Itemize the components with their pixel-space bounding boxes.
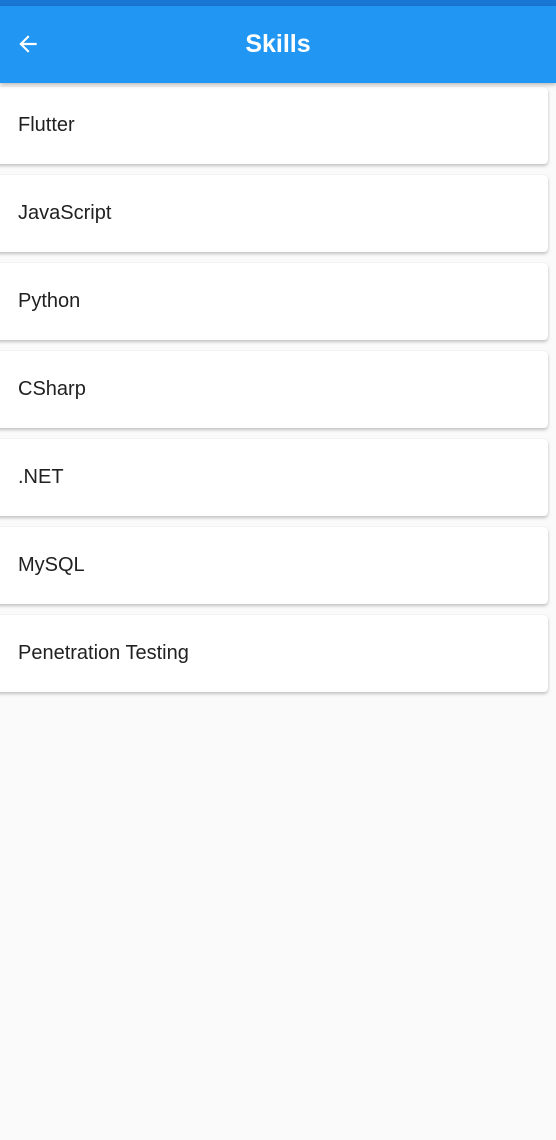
skill-label: Penetration Testing	[18, 642, 189, 664]
skill-label: Flutter	[18, 114, 75, 136]
app-bar: Skills	[0, 6, 556, 83]
skill-label: Python	[18, 290, 81, 312]
page-title: Skills	[245, 30, 311, 58]
skill-item-csharp[interactable]: CSharp	[0, 351, 548, 428]
skill-item-dotnet[interactable]: .NET	[0, 439, 548, 516]
skill-label: CSharp	[18, 378, 86, 400]
back-button[interactable]	[8, 24, 48, 64]
arrow-back-icon	[19, 35, 37, 53]
skill-item-flutter[interactable]: Flutter	[0, 87, 548, 164]
skill-item-python[interactable]: Python	[0, 263, 548, 340]
skill-label: JavaScript	[18, 202, 112, 224]
skill-label: MySQL	[18, 554, 85, 576]
skill-item-mysql[interactable]: MySQL	[0, 527, 548, 604]
skill-label: .NET	[18, 466, 64, 488]
skill-list: Flutter JavaScript Python CSharp .NET My…	[0, 87, 556, 703]
skill-item-penetration-testing[interactable]: Penetration Testing	[0, 615, 548, 692]
skill-item-javascript[interactable]: JavaScript	[0, 175, 548, 252]
